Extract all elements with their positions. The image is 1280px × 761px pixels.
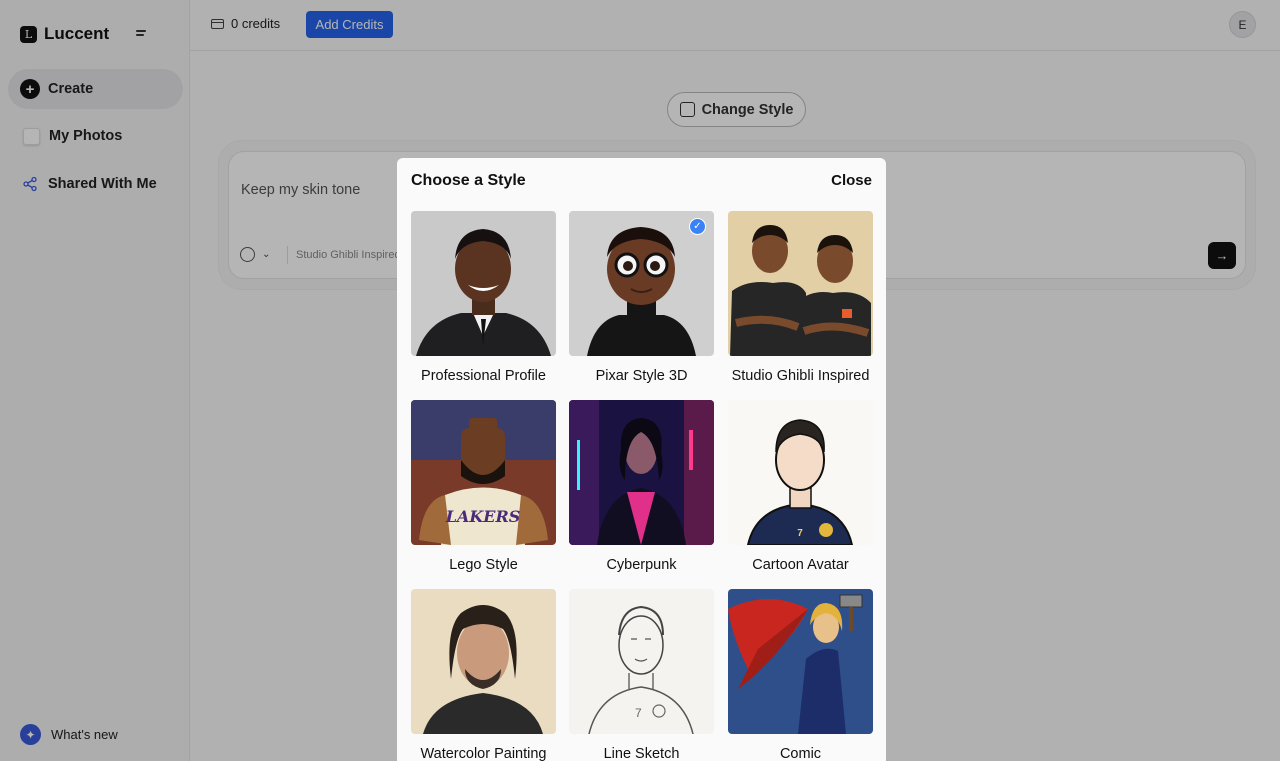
style-card-cyberpunk[interactable]: Cyberpunk bbox=[569, 400, 714, 573]
style-thumbnail: 7 bbox=[569, 589, 714, 734]
style-card-watercolor-painting[interactable]: Watercolor Painting bbox=[411, 589, 556, 761]
style-thumbnail bbox=[569, 400, 714, 545]
style-label: Line Sketch bbox=[603, 746, 680, 761]
svg-text:LAKERS: LAKERS bbox=[445, 507, 521, 526]
style-card-comic[interactable]: Comic bbox=[728, 589, 873, 761]
style-label: Lego Style bbox=[449, 557, 518, 573]
style-label: Pixar Style 3D bbox=[595, 368, 688, 384]
modal-title: Choose a Style bbox=[411, 172, 526, 189]
style-label: Studio Ghibli Inspired bbox=[731, 368, 870, 384]
style-label: Cyberpunk bbox=[606, 557, 677, 573]
choose-style-modal: Choose a Style Close Professional Profil… bbox=[397, 158, 886, 761]
style-thumbnail: LAKERS bbox=[411, 400, 556, 545]
close-button[interactable]: Close bbox=[831, 172, 872, 189]
style-card-line-sketch[interactable]: 7 Line Sketch bbox=[569, 589, 714, 761]
style-label: Cartoon Avatar bbox=[752, 557, 849, 573]
style-card-professional-profile[interactable]: Professional Profile bbox=[411, 211, 556, 384]
style-label: Watercolor Painting bbox=[420, 746, 547, 761]
svg-text:7: 7 bbox=[635, 706, 642, 720]
selected-check-icon: ✓ bbox=[689, 218, 706, 235]
svg-text:7: 7 bbox=[797, 528, 803, 539]
style-thumbnail bbox=[411, 589, 556, 734]
style-thumbnail: ✓ bbox=[569, 211, 714, 356]
style-thumbnail: 7 bbox=[728, 400, 873, 545]
style-card-pixar-style-3d[interactable]: ✓ Pixar Style 3D bbox=[569, 211, 714, 384]
style-label: Comic bbox=[779, 746, 822, 761]
style-thumbnail bbox=[728, 211, 873, 356]
style-card-lego-style[interactable]: LAKERS Lego Style bbox=[411, 400, 556, 573]
style-card-studio-ghibli-inspired[interactable]: Studio Ghibli Inspired bbox=[728, 211, 873, 384]
style-thumbnail bbox=[728, 589, 873, 734]
style-card-cartoon-avatar[interactable]: 7 Cartoon Avatar bbox=[728, 400, 873, 573]
style-label: Professional Profile bbox=[421, 368, 546, 384]
style-thumbnail bbox=[411, 211, 556, 356]
